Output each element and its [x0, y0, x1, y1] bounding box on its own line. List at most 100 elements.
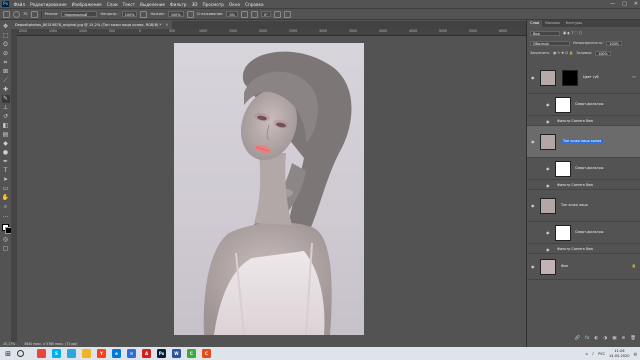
blend-mode-select[interactable]: Обычные	[530, 40, 570, 46]
move-tool-icon[interactable]: ✥	[2, 23, 10, 31]
filter-row[interactable]: ◉ Фильтр Camera Raw	[527, 244, 640, 254]
menu-filter[interactable]: Фильтр	[168, 2, 190, 7]
document-image[interactable]	[174, 43, 364, 335]
volume-icon[interactable]: ♪	[592, 352, 594, 356]
filter-mask-thumbnail[interactable]	[555, 161, 571, 177]
opacity-input[interactable]: 100%	[121, 11, 138, 17]
zoom-level[interactable]: 15,17%	[3, 342, 15, 346]
mail-icon[interactable]: ✉	[127, 349, 136, 358]
filter-mask-thumbnail[interactable]	[555, 97, 571, 113]
brush-size-value[interactable]: 70	[23, 12, 28, 16]
tab-channels[interactable]: Каналы	[542, 20, 562, 27]
layer-filter-select[interactable]: Вид	[530, 30, 560, 36]
new-group-icon[interactable]: ▣	[612, 336, 616, 341]
adjustment-layer-icon[interactable]: ◑	[603, 336, 607, 341]
layer-row[interactable]: ◉ Цвет губ ⊷	[527, 62, 640, 94]
symmetry-icon[interactable]	[283, 10, 291, 18]
shape-tool-icon[interactable]: ▭	[2, 185, 10, 193]
add-mask-icon[interactable]: ◐	[594, 336, 598, 341]
menu-window[interactable]: Окно	[226, 2, 242, 7]
visibility-eye-icon[interactable]: ◉	[531, 264, 535, 269]
blur-tool-icon[interactable]: ◆	[2, 140, 10, 148]
tab-paths[interactable]: Контуры	[563, 20, 585, 27]
chrome-icon[interactable]	[37, 349, 46, 358]
filter-row[interactable]: ◉ Фильтр Camera Raw	[527, 116, 640, 126]
brush-settings-icon[interactable]	[30, 10, 38, 18]
link-layers-icon[interactable]: 🔗	[575, 336, 581, 341]
pressure-size-icon[interactable]	[273, 10, 281, 18]
layer-row[interactable]: ◉ Тон кожи лица	[527, 190, 640, 222]
layer-row-selected[interactable]: ◉ Тон кожи лица копия	[527, 126, 640, 158]
screen-mode-icon[interactable]: ▢	[2, 245, 10, 253]
canvas-area[interactable]	[17, 36, 526, 342]
marquee-tool-icon[interactable]: ⬚	[2, 32, 10, 40]
flow-input[interactable]: 100%	[167, 11, 184, 17]
acrobat-icon[interactable]: A	[142, 349, 151, 358]
crop-tool-icon[interactable]: ⌗	[2, 59, 10, 67]
brush-tool-icon[interactable]	[13, 10, 20, 18]
delete-layer-icon[interactable]: 🗑	[630, 336, 636, 341]
menu-help[interactable]: Справка	[243, 2, 266, 7]
visibility-eye-icon[interactable]: ◉	[546, 102, 550, 107]
layer-name[interactable]: Тон кожи лица	[561, 203, 588, 207]
gradient-tool-icon[interactable]: ▤	[2, 131, 10, 139]
camtasia-icon[interactable]: C	[187, 349, 196, 358]
path-select-tool-icon[interactable]: ➤	[2, 176, 10, 184]
mode-select[interactable]: Нормальный	[61, 11, 98, 17]
layer-fill-input[interactable]: 100%	[595, 50, 611, 56]
lasso-tool-icon[interactable]: ʘ	[2, 41, 10, 49]
notifications-icon[interactable]: ▤	[634, 352, 637, 356]
smart-filters-row[interactable]: ◉ Смарт-фильтры	[527, 94, 640, 116]
menu-3d[interactable]: 3D	[189, 2, 200, 7]
lock-icons[interactable]: ▦ ✎ ✥ ⊡ 🔒	[553, 51, 573, 55]
screenrec-icon[interactable]: C	[202, 349, 211, 358]
visibility-eye-icon[interactable]: ◉	[546, 166, 550, 171]
layer-name[interactable]: Фон	[561, 264, 568, 268]
dodge-tool-icon[interactable]: ●	[2, 149, 10, 157]
folder-icon[interactable]	[82, 349, 91, 358]
eyedropper-tool-icon[interactable]: ⟋	[2, 77, 10, 85]
angle-input[interactable]: 0°	[260, 11, 271, 17]
filter-name[interactable]: Фильтр Camera Raw	[557, 247, 593, 251]
quick-select-tool-icon[interactable]: ⊘	[2, 50, 10, 58]
filter-name[interactable]: Фильтр Camera Raw	[557, 119, 593, 123]
layer-mask-thumbnail[interactable]	[562, 70, 578, 86]
menu-file[interactable]: Файл	[11, 2, 28, 7]
layer-style-icon[interactable]: fx	[585, 336, 589, 341]
airbrush-icon[interactable]	[186, 10, 194, 18]
visibility-eye-icon[interactable]: ◉	[546, 183, 550, 188]
clock[interactable]: 11:26 14.05.2020	[609, 349, 630, 358]
yandex-icon[interactable]: Y	[97, 349, 106, 358]
minimize-button[interactable]: —	[610, 0, 615, 8]
telegram-icon[interactable]	[67, 349, 76, 358]
edge-icon[interactable]: e	[112, 349, 121, 358]
layer-name[interactable]: Цвет губ	[583, 75, 599, 79]
smart-filters-row[interactable]: ◉ Смарт-фильтры	[527, 158, 640, 180]
more-tools-icon[interactable]: …	[2, 212, 10, 220]
skype-icon[interactable]: S	[52, 349, 61, 358]
pen-tool-icon[interactable]: ✒	[2, 158, 10, 166]
new-layer-icon[interactable]: ⊕	[622, 336, 626, 341]
word-icon[interactable]: W	[172, 349, 181, 358]
photoshop-icon[interactable]: Ps	[157, 349, 166, 358]
language-indicator[interactable]: РУС	[598, 352, 605, 356]
visibility-eye-icon[interactable]: ◉	[531, 139, 535, 144]
document-tab[interactable]: Depositphotos_80319878_original.jpg @ 15…	[11, 21, 173, 29]
filter-icons[interactable]: ▣ ◐ T ⬚ ▢	[563, 31, 582, 35]
menu-layers[interactable]: Слои	[104, 2, 120, 7]
hand-tool-icon[interactable]: ✋	[2, 194, 10, 202]
layer-name-input[interactable]: Тон кожи лица копия	[561, 139, 604, 143]
close-tab-icon[interactable]: ✕	[165, 23, 168, 27]
windows-start-icon[interactable]: ⊞	[3, 350, 13, 358]
search-icon[interactable]	[17, 350, 24, 357]
network-icon[interactable]: ⌂	[586, 352, 588, 356]
pressure-opacity-icon[interactable]	[140, 10, 148, 18]
maximize-button[interactable]: □	[622, 0, 627, 8]
tab-layers[interactable]: Слои	[527, 20, 543, 27]
smart-filters-row[interactable]: ◉ Смарт-фильтры	[527, 222, 640, 244]
healing-brush-tool-icon[interactable]: ✚	[2, 86, 10, 94]
filter-name[interactable]: Фильтр Camera Raw	[557, 183, 593, 187]
visibility-eye-icon[interactable]: ◉	[531, 75, 535, 80]
visibility-eye-icon[interactable]: ◉	[546, 119, 550, 124]
visibility-eye-icon[interactable]: ◉	[531, 203, 535, 208]
